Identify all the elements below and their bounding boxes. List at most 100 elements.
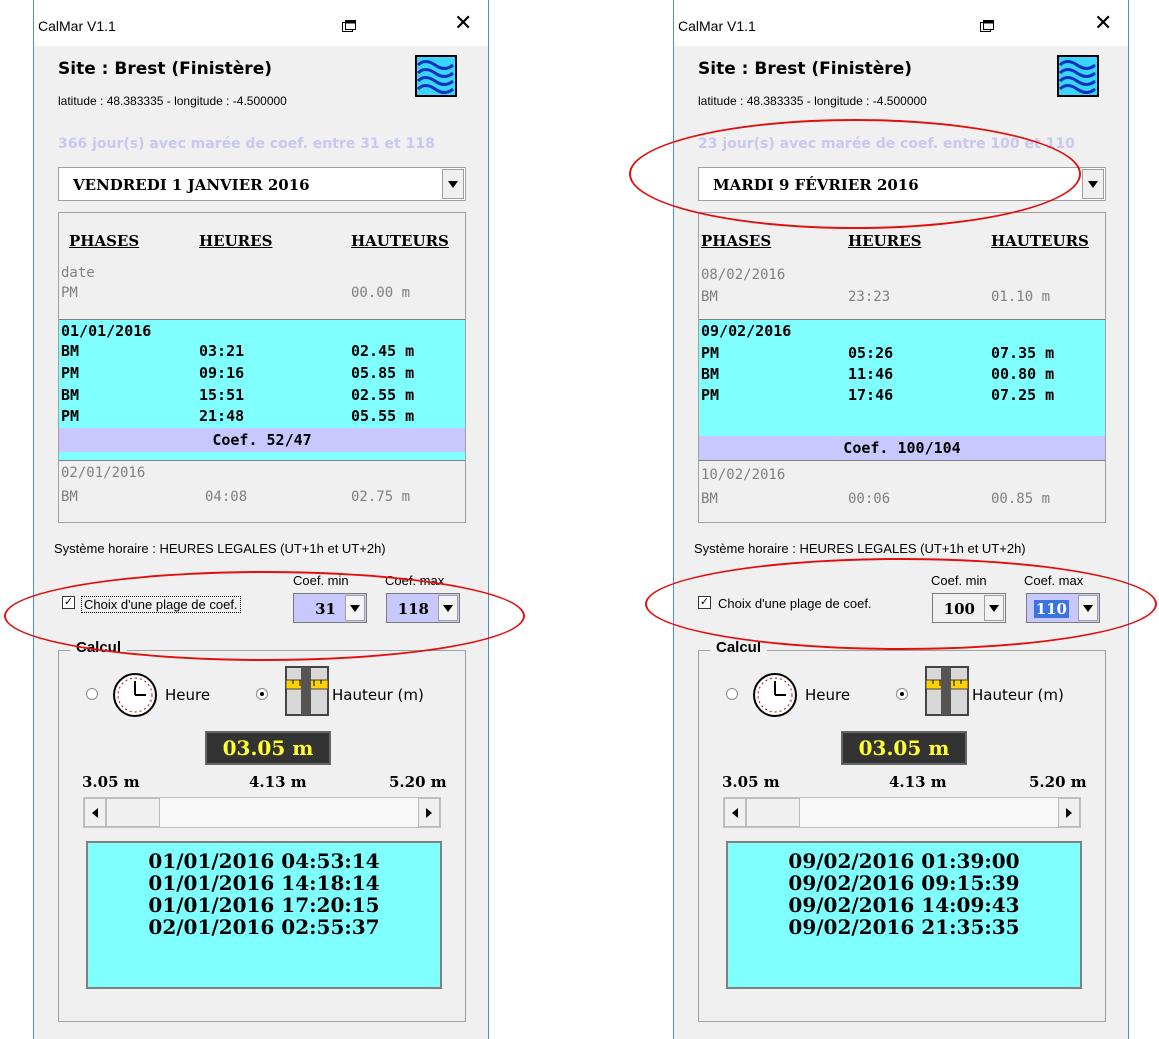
coef-max-select[interactable]: 118 xyxy=(386,593,460,623)
header-hauteurs: HAUTEURS xyxy=(991,232,1089,250)
scale-mid: 4.13 m xyxy=(249,773,307,791)
height-display: 03.05 m xyxy=(841,731,967,765)
tide-phase: BM xyxy=(61,342,80,360)
window-title: CalMar V1.1 xyxy=(678,18,756,34)
scale-min: 3.05 m xyxy=(722,773,780,791)
coef-range-checkbox[interactable]: ✓ xyxy=(698,596,711,609)
height-scrollbar[interactable] xyxy=(723,797,1081,828)
scale-min: 3.05 m xyxy=(82,773,140,791)
days-count-info: 23 jour(s) avec marée de coef. entre 100… xyxy=(698,136,1075,152)
chevron-down-icon[interactable] xyxy=(984,595,1004,621)
radio-hauteur-label: Hauteur (m) xyxy=(332,686,424,704)
next-day-date: 02/01/2016 xyxy=(61,465,146,481)
site-name: Site : Brest (Finistère) xyxy=(58,59,272,79)
scroll-thumb[interactable] xyxy=(106,798,160,827)
radio-hauteur-label: Hauteur (m) xyxy=(972,686,1064,704)
site-name: Site : Brest (Finistère) xyxy=(698,59,912,79)
site-coordinates: latitude : 48.383335 - longitude : -4.50… xyxy=(58,94,287,108)
date-select[interactable]: MARDI 9 FÉVRIER 2016 xyxy=(698,167,1106,201)
radio-heure-label: Heure xyxy=(165,686,211,704)
tide-phase: BM xyxy=(701,365,720,383)
tide-height: 05.85 m xyxy=(351,364,415,382)
date-select[interactable]: VENDREDI 1 JANVIER 2016 xyxy=(58,167,466,201)
next-day-date: 10/02/2016 xyxy=(701,467,786,483)
radio-hauteur[interactable] xyxy=(256,688,268,700)
tide-time: 05:26 xyxy=(848,344,894,362)
radio-heure[interactable] xyxy=(86,688,98,700)
tide-phase: PM xyxy=(61,364,80,382)
restore-icon[interactable] xyxy=(342,20,356,32)
height-scrollbar[interactable] xyxy=(83,797,441,828)
coef-range-label[interactable]: Choix d'une plage de coef. xyxy=(81,596,241,613)
chevron-down-icon[interactable] xyxy=(442,169,464,199)
tide-phase: PM xyxy=(701,386,720,404)
coef-min-select[interactable]: 31 xyxy=(293,593,367,623)
tide-phase: PM xyxy=(701,344,720,362)
coef-min-label: Coef. min xyxy=(931,573,987,588)
scroll-thumb[interactable] xyxy=(746,798,800,827)
scroll-left-icon[interactable] xyxy=(84,798,106,827)
tide-time: 15:51 xyxy=(199,386,245,404)
time-system-label: Système horaire : HEURES LEGALES (UT+1h … xyxy=(54,541,386,556)
tide-table: PHASES HEURES HAUTEURS date PM 00.00 m 0… xyxy=(58,212,466,523)
tide-time: 03:21 xyxy=(199,342,245,360)
coef-range-checkbox[interactable]: ✓ xyxy=(62,596,75,609)
coef-range-label[interactable]: Choix d'une plage de coef. xyxy=(718,596,872,611)
calc-label: Calcul xyxy=(70,639,128,656)
header-heures: HEURES xyxy=(199,232,273,250)
chevron-down-icon[interactable] xyxy=(345,595,365,621)
selected-date: VENDREDI 1 JANVIER 2016 xyxy=(73,176,310,194)
radio-hauteur[interactable] xyxy=(896,688,908,700)
result-line: 09/02/2016 09:15:39 xyxy=(788,871,1020,895)
prev-day-date: 08/02/2016 xyxy=(701,267,786,283)
clock-icon xyxy=(753,673,797,717)
results-box: 09/02/2016 01:39:00 09/02/2016 09:15:39 … xyxy=(726,841,1082,989)
scroll-right-icon[interactable] xyxy=(1058,798,1080,827)
result-line: 09/02/2016 21:35:35 xyxy=(788,915,1020,939)
ruler-icon xyxy=(925,666,969,716)
tide-time: 17:46 xyxy=(848,386,894,404)
header-hauteurs: HAUTEURS xyxy=(351,232,449,250)
chevron-down-icon[interactable] xyxy=(438,595,458,621)
close-button[interactable]: ✕ xyxy=(454,13,472,35)
calc-label: Calcul xyxy=(710,639,768,656)
radio-heure[interactable] xyxy=(726,688,738,700)
ruler-icon xyxy=(285,666,329,716)
next-day-height: 02.75 m xyxy=(351,489,411,505)
next-day-phase: BM xyxy=(701,491,718,507)
next-day-time: 00:06 xyxy=(848,491,891,507)
calmar-window-1: CalMar V1.1 ✕ Site : Brest (Finistère) l… xyxy=(33,0,489,1039)
tide-table: PHASES HEURES HAUTEURS 08/02/2016 BM 23:… xyxy=(698,212,1106,523)
tide-height: 00.80 m xyxy=(991,365,1055,383)
scale-max: 5.20 m xyxy=(1029,773,1087,791)
restore-icon[interactable] xyxy=(980,20,994,32)
scale-max: 5.20 m xyxy=(389,773,447,791)
time-system-label: Système horaire : HEURES LEGALES (UT+1h … xyxy=(694,541,1026,556)
chevron-down-icon[interactable] xyxy=(1082,169,1104,199)
coef-min-select[interactable]: 100 xyxy=(932,593,1006,623)
header-phases: PHASES xyxy=(701,232,772,250)
scroll-left-icon[interactable] xyxy=(724,798,746,827)
wave-icon xyxy=(415,55,457,97)
coef-bar: Coef. 52/47 xyxy=(59,428,465,452)
calmar-window-2: CalMar V1.1 ✕ Site : Brest (Finistère) l… xyxy=(673,0,1129,1039)
chevron-down-icon[interactable] xyxy=(1078,595,1098,621)
result-line: 09/02/2016 01:39:00 xyxy=(788,849,1020,873)
current-day-block: 01/01/2016 BM 03:21 02.45 m PM 09:16 05.… xyxy=(59,319,465,461)
coef-max-select[interactable]: 110 xyxy=(1026,593,1100,623)
scroll-right-icon[interactable] xyxy=(418,798,440,827)
prev-day-height: 00.00 m xyxy=(351,285,411,301)
prev-day-phase: BM xyxy=(701,289,718,305)
current-day-block: 09/02/2016 PM 05:26 07.35 m BM 11:46 00.… xyxy=(699,319,1105,461)
scale-mid: 4.13 m xyxy=(889,773,947,791)
wave-icon xyxy=(1057,55,1099,97)
next-day-height: 00.85 m xyxy=(991,491,1051,507)
close-button[interactable]: ✕ xyxy=(1094,13,1112,35)
tide-phase: PM xyxy=(61,407,80,425)
coef-max-label: Coef. max xyxy=(1024,573,1084,588)
result-line: 01/01/2016 14:18:14 xyxy=(148,871,380,895)
prev-day-phase: PM xyxy=(61,285,78,301)
tide-time: 09:16 xyxy=(199,364,245,382)
current-day-date: 09/02/2016 xyxy=(701,322,792,340)
result-line: 02/01/2016 02:55:37 xyxy=(148,915,380,939)
